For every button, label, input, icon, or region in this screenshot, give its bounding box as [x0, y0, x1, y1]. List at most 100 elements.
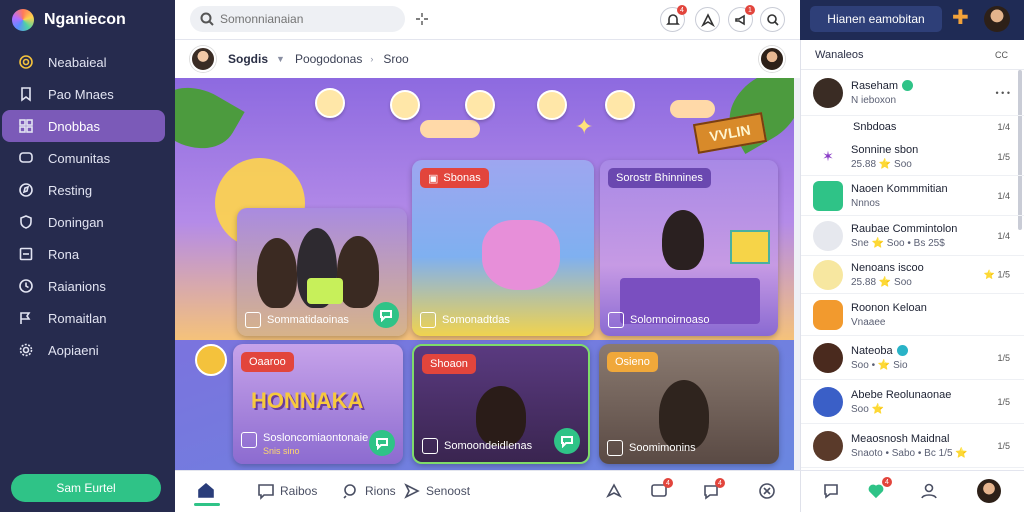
sidebar-item-5[interactable]: Doningan: [2, 206, 165, 238]
nav-item-0[interactable]: Raibos: [257, 482, 317, 500]
content-card[interactable]: Sorostr Bhinnines Solomnoirnoaso: [600, 160, 778, 336]
sticker-icon: [465, 90, 495, 120]
sticker-icon: [537, 90, 567, 120]
search-icon: [343, 484, 356, 499]
top-bar: 4 1: [175, 0, 800, 40]
sidebar-cta-button[interactable]: Sam Eurtel: [11, 474, 161, 502]
content-card[interactable]: ▣ Sbonas Somonadtdas: [412, 160, 594, 336]
list-item[interactable]: Raseham N ieboxon • • •: [801, 70, 1024, 116]
logo-icon: [12, 9, 34, 31]
sidebar-item-label: Comunitas: [48, 150, 111, 166]
list-item[interactable]: Nenoans iscoo 25.88 ⭐ Soo ⭐ 1/5: [801, 256, 1024, 294]
panel-close[interactable]: CC: [995, 50, 1008, 60]
timer-icon: [195, 344, 227, 376]
profile-button[interactable]: [919, 481, 939, 501]
sidebar-item-9[interactable]: Aopiaeni: [2, 334, 165, 366]
nav-item-2[interactable]: Senoost: [403, 482, 470, 500]
sidebar-item-3[interactable]: Comunitas: [2, 142, 165, 174]
content-card[interactable]: HONNAKA Oaaroo Sosloncomiaontonaie Snis s…: [233, 344, 403, 464]
item-name: Nateoba: [851, 344, 893, 357]
card-tag: Sorostr Bhinnines: [608, 168, 711, 188]
sticker-icon: [315, 88, 345, 118]
nav-label: Senoost: [426, 484, 471, 498]
content-card[interactable]: Sommatidaoinas: [237, 208, 407, 336]
list-item[interactable]: Abebe Reolunaonae Soo ⭐ 1/5: [801, 380, 1024, 424]
panel-head: Wanaleos CC: [801, 40, 1024, 70]
chat-button[interactable]: [373, 302, 399, 328]
chat-button[interactable]: [554, 428, 580, 454]
star-icon: ✦: [575, 114, 594, 139]
sidebar-item-8[interactable]: Romaitlan: [2, 302, 165, 334]
favorites-button[interactable]: 4: [866, 477, 892, 501]
plus-icon[interactable]: ✚: [952, 8, 969, 28]
content-card[interactable]: Osieno Soomimonins: [599, 344, 779, 464]
user-avatar[interactable]: [984, 6, 1010, 32]
brand[interactable]: Nganiecon: [0, 0, 175, 40]
coin-icon: [18, 54, 34, 70]
sticker-icon: [390, 90, 420, 120]
card-banner: HONNAKA: [251, 388, 364, 413]
search-box[interactable]: [190, 6, 405, 32]
flag-icon: [18, 310, 34, 326]
sidebar-item-2[interactable]: Dnobbas: [2, 110, 165, 142]
breadcrumb-item[interactable]: Sogdis: [228, 52, 268, 66]
sidebar-item-4[interactable]: Resting: [2, 174, 165, 206]
sidebar-nav: Neabaieal Pao Mnaes Dnobbas Comunitas Re…: [0, 46, 175, 366]
nav-item-1[interactable]: Rions: [342, 482, 396, 500]
sidebar-item-label: Raianions: [48, 278, 106, 294]
item-time: 1/4: [997, 230, 1010, 241]
list-item[interactable]: Meaosnosh Maidnal Snaoto • Sabo • Bc 1/5 …: [801, 424, 1024, 468]
verified-icon: [896, 345, 908, 356]
breadcrumb: Sogdis ▼ Poogodonas › Sroo: [175, 40, 800, 78]
list-item[interactable]: ✶ Sonnine sbon 25.88 ⭐ Soo 1/5: [801, 138, 1024, 176]
nav-home[interactable]: [194, 481, 220, 506]
list-item[interactable]: Roonon Keloan Vnaaee: [801, 294, 1024, 336]
bell-icon: [665, 13, 680, 25]
share-button[interactable]: [605, 482, 623, 500]
content-card[interactable]: Shoaon Somoondeidlenas: [412, 344, 590, 464]
sidebar-item-7[interactable]: Raianions: [2, 270, 165, 302]
item-time: 1/5: [997, 440, 1010, 451]
notify-button[interactable]: 4: [702, 478, 725, 500]
item-time: ⭐ 1/5: [983, 269, 1010, 279]
megaphone-icon: [734, 14, 745, 25]
favorites-badge: 4: [882, 477, 892, 487]
sidebar-item-6[interactable]: Rona: [2, 238, 165, 270]
card-subtitle: Snis sino: [263, 446, 300, 456]
breadcrumb-item[interactable]: Poogodonas: [295, 52, 362, 66]
close-button[interactable]: [758, 482, 776, 500]
breadcrumb-item[interactable]: Sroo: [383, 52, 408, 66]
card-caption: Sommatidaoinas: [267, 314, 349, 326]
search-global-button[interactable]: [760, 7, 785, 32]
send-button[interactable]: [695, 7, 720, 32]
leaf-illustration: [175, 78, 245, 164]
item-name: Snbdoas: [853, 121, 897, 133]
alerts-button[interactable]: 1: [728, 5, 755, 32]
list-item[interactable]: Snbdoas 1/4: [801, 116, 1024, 138]
bottom-nav: Raibos Rions Senoost 4 4: [175, 470, 800, 512]
comment-icon: [824, 484, 838, 499]
sidebar-item-label: Rona: [48, 246, 80, 262]
list-item[interactable]: Raubae Commintolon Sne ⭐ Soo • Bs 25$ 1/4: [801, 216, 1024, 256]
compass-icon: [18, 182, 34, 198]
account-button[interactable]: [977, 479, 1001, 503]
group-icon: [813, 220, 843, 251]
right-panel-title-button[interactable]: Hianen eamobitan: [810, 6, 942, 32]
chat-button[interactable]: [369, 430, 395, 456]
search-input[interactable]: [220, 12, 390, 26]
avatar[interactable]: [190, 46, 216, 72]
sidebar-item-0[interactable]: Neabaieal: [2, 46, 165, 78]
card-tag: ▣ Sbonas: [420, 168, 489, 188]
list-item[interactable]: Naoen Kommmitian Nnnos 1/4: [801, 176, 1024, 216]
sidebar-item-label: Dnobbas: [48, 118, 101, 134]
app-icon: [813, 180, 843, 211]
notifications-button[interactable]: 4: [660, 5, 687, 32]
right-panel: Wanaleos CC Raseham N ieboxon • • • Snbdo…: [800, 40, 1024, 470]
comment-button[interactable]: [821, 481, 841, 501]
more-icon[interactable]: • • •: [996, 88, 1010, 98]
sidebar-item-1[interactable]: Pao Mnaes: [2, 78, 165, 110]
list-item[interactable]: Nateoba Soo • ⭐ Sio 1/5: [801, 336, 1024, 380]
sparkle-icon[interactable]: [415, 12, 429, 26]
messages-button[interactable]: 4: [650, 478, 673, 500]
profile-avatar[interactable]: [759, 46, 785, 72]
